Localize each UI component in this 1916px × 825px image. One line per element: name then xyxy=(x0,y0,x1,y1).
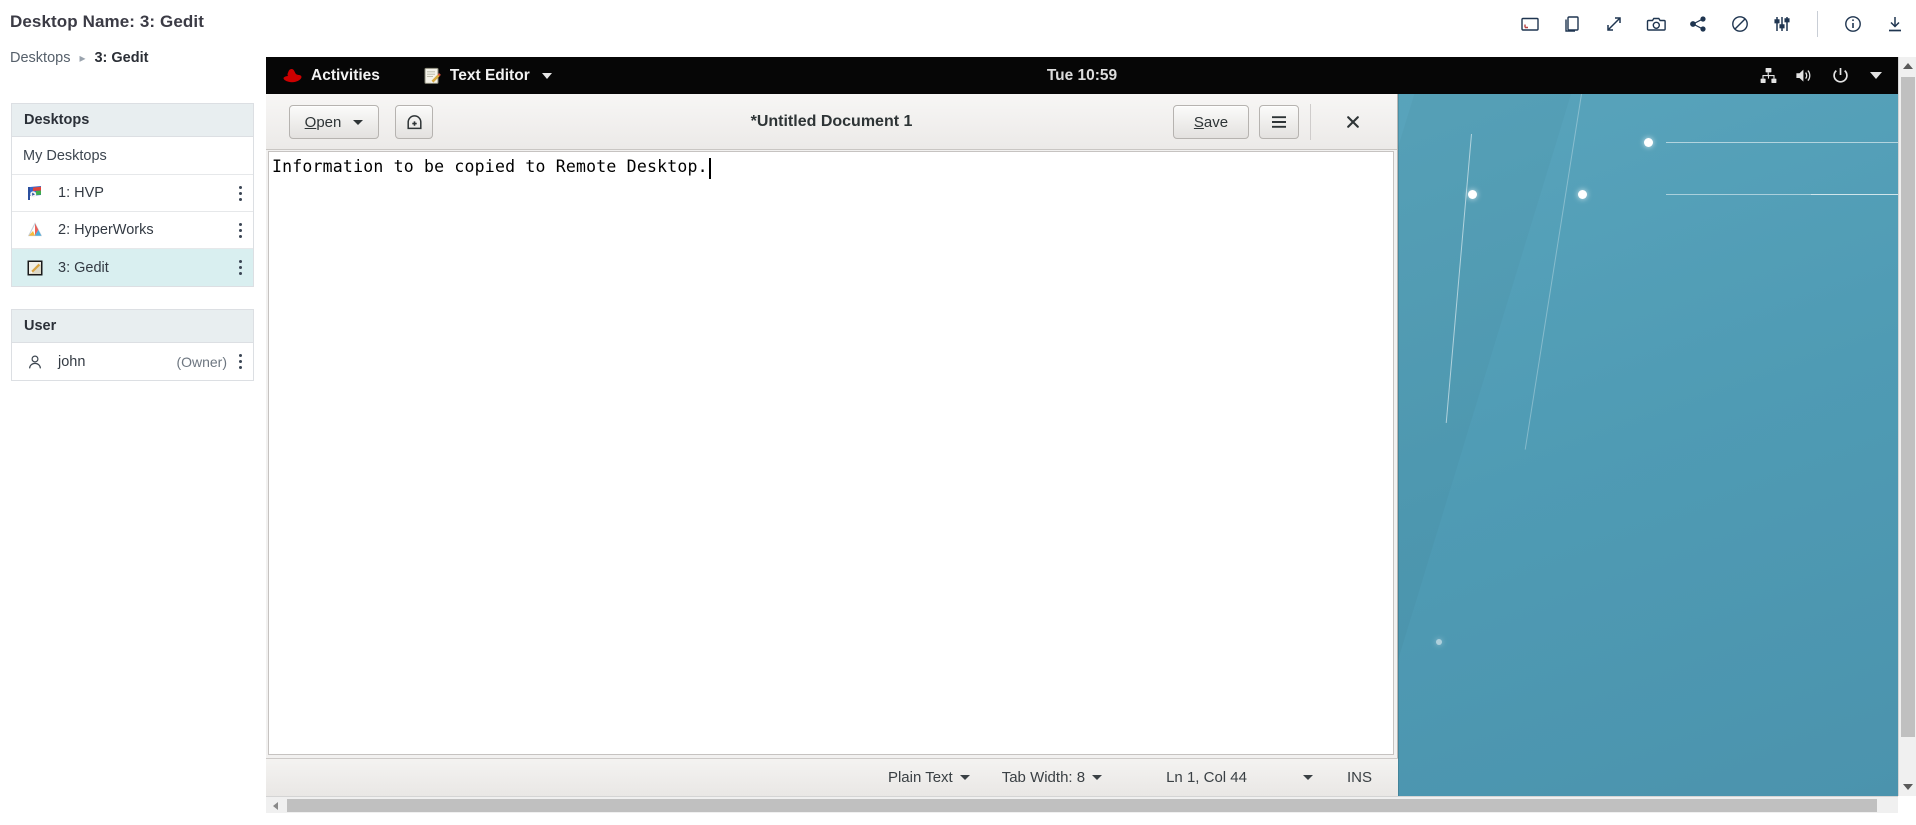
desktops-panel: Desktops My Desktops 1: HVP 2: HyperWork… xyxy=(11,103,254,287)
user-role-badge: (Owner) xyxy=(176,353,227,370)
settings-sliders-icon[interactable] xyxy=(1771,13,1793,35)
remote-desktop-viewport[interactable]: Open *Untitled Document 1 Save Informati… xyxy=(266,57,1898,796)
chevron-down-icon xyxy=(959,775,970,780)
user-name: john xyxy=(58,353,86,370)
new-document-icon xyxy=(405,113,424,132)
gedit-titlebar: Open *Untitled Document 1 Save xyxy=(266,94,1397,150)
save-mnemonic: S xyxy=(1193,113,1204,131)
vertical-scrollbar[interactable] xyxy=(1898,57,1916,796)
volume-speaker-icon[interactable] xyxy=(1794,66,1814,86)
chevron-down-icon[interactable] xyxy=(1866,66,1886,86)
sidebar-item-menu-icon[interactable] xyxy=(233,220,247,240)
app-menu-label: Text Editor xyxy=(449,66,530,84)
info-icon[interactable] xyxy=(1842,13,1864,35)
gedit-status-bar: Plain Text Tab Width: 8 Ln 1, Col 44 INS xyxy=(266,758,1398,796)
user-row-john[interactable]: john (Owner) xyxy=(12,343,253,380)
sidebar: Desktops My Desktops 1: HVP 2: HyperWork… xyxy=(11,103,254,403)
tab-width-selector[interactable]: Tab Width: 8 xyxy=(986,759,1118,797)
close-icon[interactable] xyxy=(1339,108,1367,136)
sidebar-item-hvp[interactable]: 1: HVP xyxy=(12,175,253,212)
app-menu-text-editor[interactable]: Text Editor xyxy=(416,57,558,94)
toolbar-divider xyxy=(1817,11,1818,37)
breadcrumb-root[interactable]: Desktops xyxy=(10,50,70,66)
cursor-position-label: Ln 1, Col 44 xyxy=(1166,769,1247,786)
user-panel: User john (Owner) xyxy=(11,309,254,381)
activities-button[interactable]: Activities xyxy=(276,57,386,94)
activities-label: Activities xyxy=(311,66,380,84)
camera-screenshot-icon[interactable] xyxy=(1645,13,1667,35)
scroll-down-arrow-icon[interactable] xyxy=(1899,778,1916,796)
chevron-down-icon xyxy=(353,119,364,125)
breadcrumb-separator-icon: ▸ xyxy=(79,51,86,65)
power-icon[interactable] xyxy=(1830,66,1850,86)
breadcrumb-current: 3: Gedit xyxy=(94,50,149,66)
user-row-menu-icon[interactable] xyxy=(233,352,247,372)
document-text: Information to be copied to Remote Deskt… xyxy=(272,157,708,176)
gnome-system-menu[interactable] xyxy=(1758,57,1886,94)
cursor-position: Ln 1, Col 44 xyxy=(1118,759,1285,797)
gedit-window[interactable]: Open *Untitled Document 1 Save Informati… xyxy=(266,94,1398,796)
sidebar-item-label: 1: HVP xyxy=(58,185,104,201)
page-title: Desktop Name: 3: Gedit xyxy=(10,12,204,31)
insert-mode-label: INS xyxy=(1346,769,1372,786)
hvp-app-icon xyxy=(24,182,46,204)
copy-windows-icon[interactable] xyxy=(1561,13,1583,35)
text-caret xyxy=(709,158,711,179)
chevron-down-icon xyxy=(541,72,552,79)
breadcrumb: Desktops ▸ 3: Gedit xyxy=(10,50,148,66)
desktops-panel-title: Desktops xyxy=(12,104,253,137)
hamburger-menu-button[interactable] xyxy=(1259,105,1299,139)
sidebar-item-menu-icon[interactable] xyxy=(233,258,247,278)
fullscreen-expand-icon[interactable] xyxy=(1603,13,1625,35)
position-dropdown[interactable] xyxy=(1285,759,1331,797)
titlebar-divider xyxy=(1310,104,1311,140)
page-header: Desktop Name: 3: Gedit xyxy=(0,0,1916,48)
red-hat-logo-icon xyxy=(282,67,303,84)
tab-width-label: Tab Width: 8 xyxy=(1001,769,1086,786)
scroll-up-arrow-icon[interactable] xyxy=(1899,57,1916,75)
new-document-button[interactable] xyxy=(395,105,433,139)
user-panel-title: User xyxy=(12,310,253,343)
open-button-label: Open xyxy=(305,114,342,131)
gedit-text-area[interactable]: Information to be copied to Remote Deskt… xyxy=(268,151,1394,755)
gnome-top-bar: Tue 10:59 Activities Text Editor xyxy=(266,57,1898,94)
open-label-rest: pen xyxy=(316,113,342,131)
horizontal-scrollbar-thumb[interactable] xyxy=(287,799,1877,812)
block-disable-icon[interactable] xyxy=(1729,13,1751,35)
sidebar-item-gedit[interactable]: 3: Gedit xyxy=(12,249,253,286)
hyperworks-app-icon xyxy=(24,219,46,241)
sidebar-item-menu-icon[interactable] xyxy=(233,183,247,203)
chevron-down-icon xyxy=(1092,775,1103,780)
sidebar-item-hyperworks[interactable]: 2: HyperWorks xyxy=(12,212,253,249)
save-button-label: Save xyxy=(1194,114,1228,131)
sidebar-item-label: 3: Gedit xyxy=(58,259,109,276)
my-desktops-group-label: My Desktops xyxy=(12,137,253,175)
person-icon xyxy=(24,351,46,373)
sidebar-item-label: 2: HyperWorks xyxy=(58,222,154,238)
language-label: Plain Text xyxy=(887,769,953,786)
hamburger-menu-icon xyxy=(1270,115,1288,129)
open-mnemonic: O xyxy=(304,113,317,131)
vertical-scrollbar-thumb[interactable] xyxy=(1901,77,1915,737)
language-selector[interactable]: Plain Text xyxy=(872,759,986,797)
gnome-top-bar-left: Activities Text Editor xyxy=(276,57,558,94)
scroll-left-arrow-icon[interactable] xyxy=(266,797,284,814)
open-button[interactable]: Open xyxy=(289,105,379,139)
network-wired-icon[interactable] xyxy=(1758,66,1778,86)
text-editor-icon xyxy=(422,66,442,86)
gedit-app-icon xyxy=(24,257,46,279)
insert-mode-indicator: INS xyxy=(1331,759,1388,797)
horizontal-scrollbar[interactable] xyxy=(266,796,1898,813)
chevron-down-icon xyxy=(1302,775,1313,780)
fit-window-icon[interactable] xyxy=(1519,13,1541,35)
share-icon[interactable] xyxy=(1687,13,1709,35)
save-button[interactable]: Save xyxy=(1173,105,1249,139)
download-icon[interactable] xyxy=(1884,13,1906,35)
header-toolbar xyxy=(1519,8,1906,40)
save-label-rest: ave xyxy=(1203,113,1229,131)
